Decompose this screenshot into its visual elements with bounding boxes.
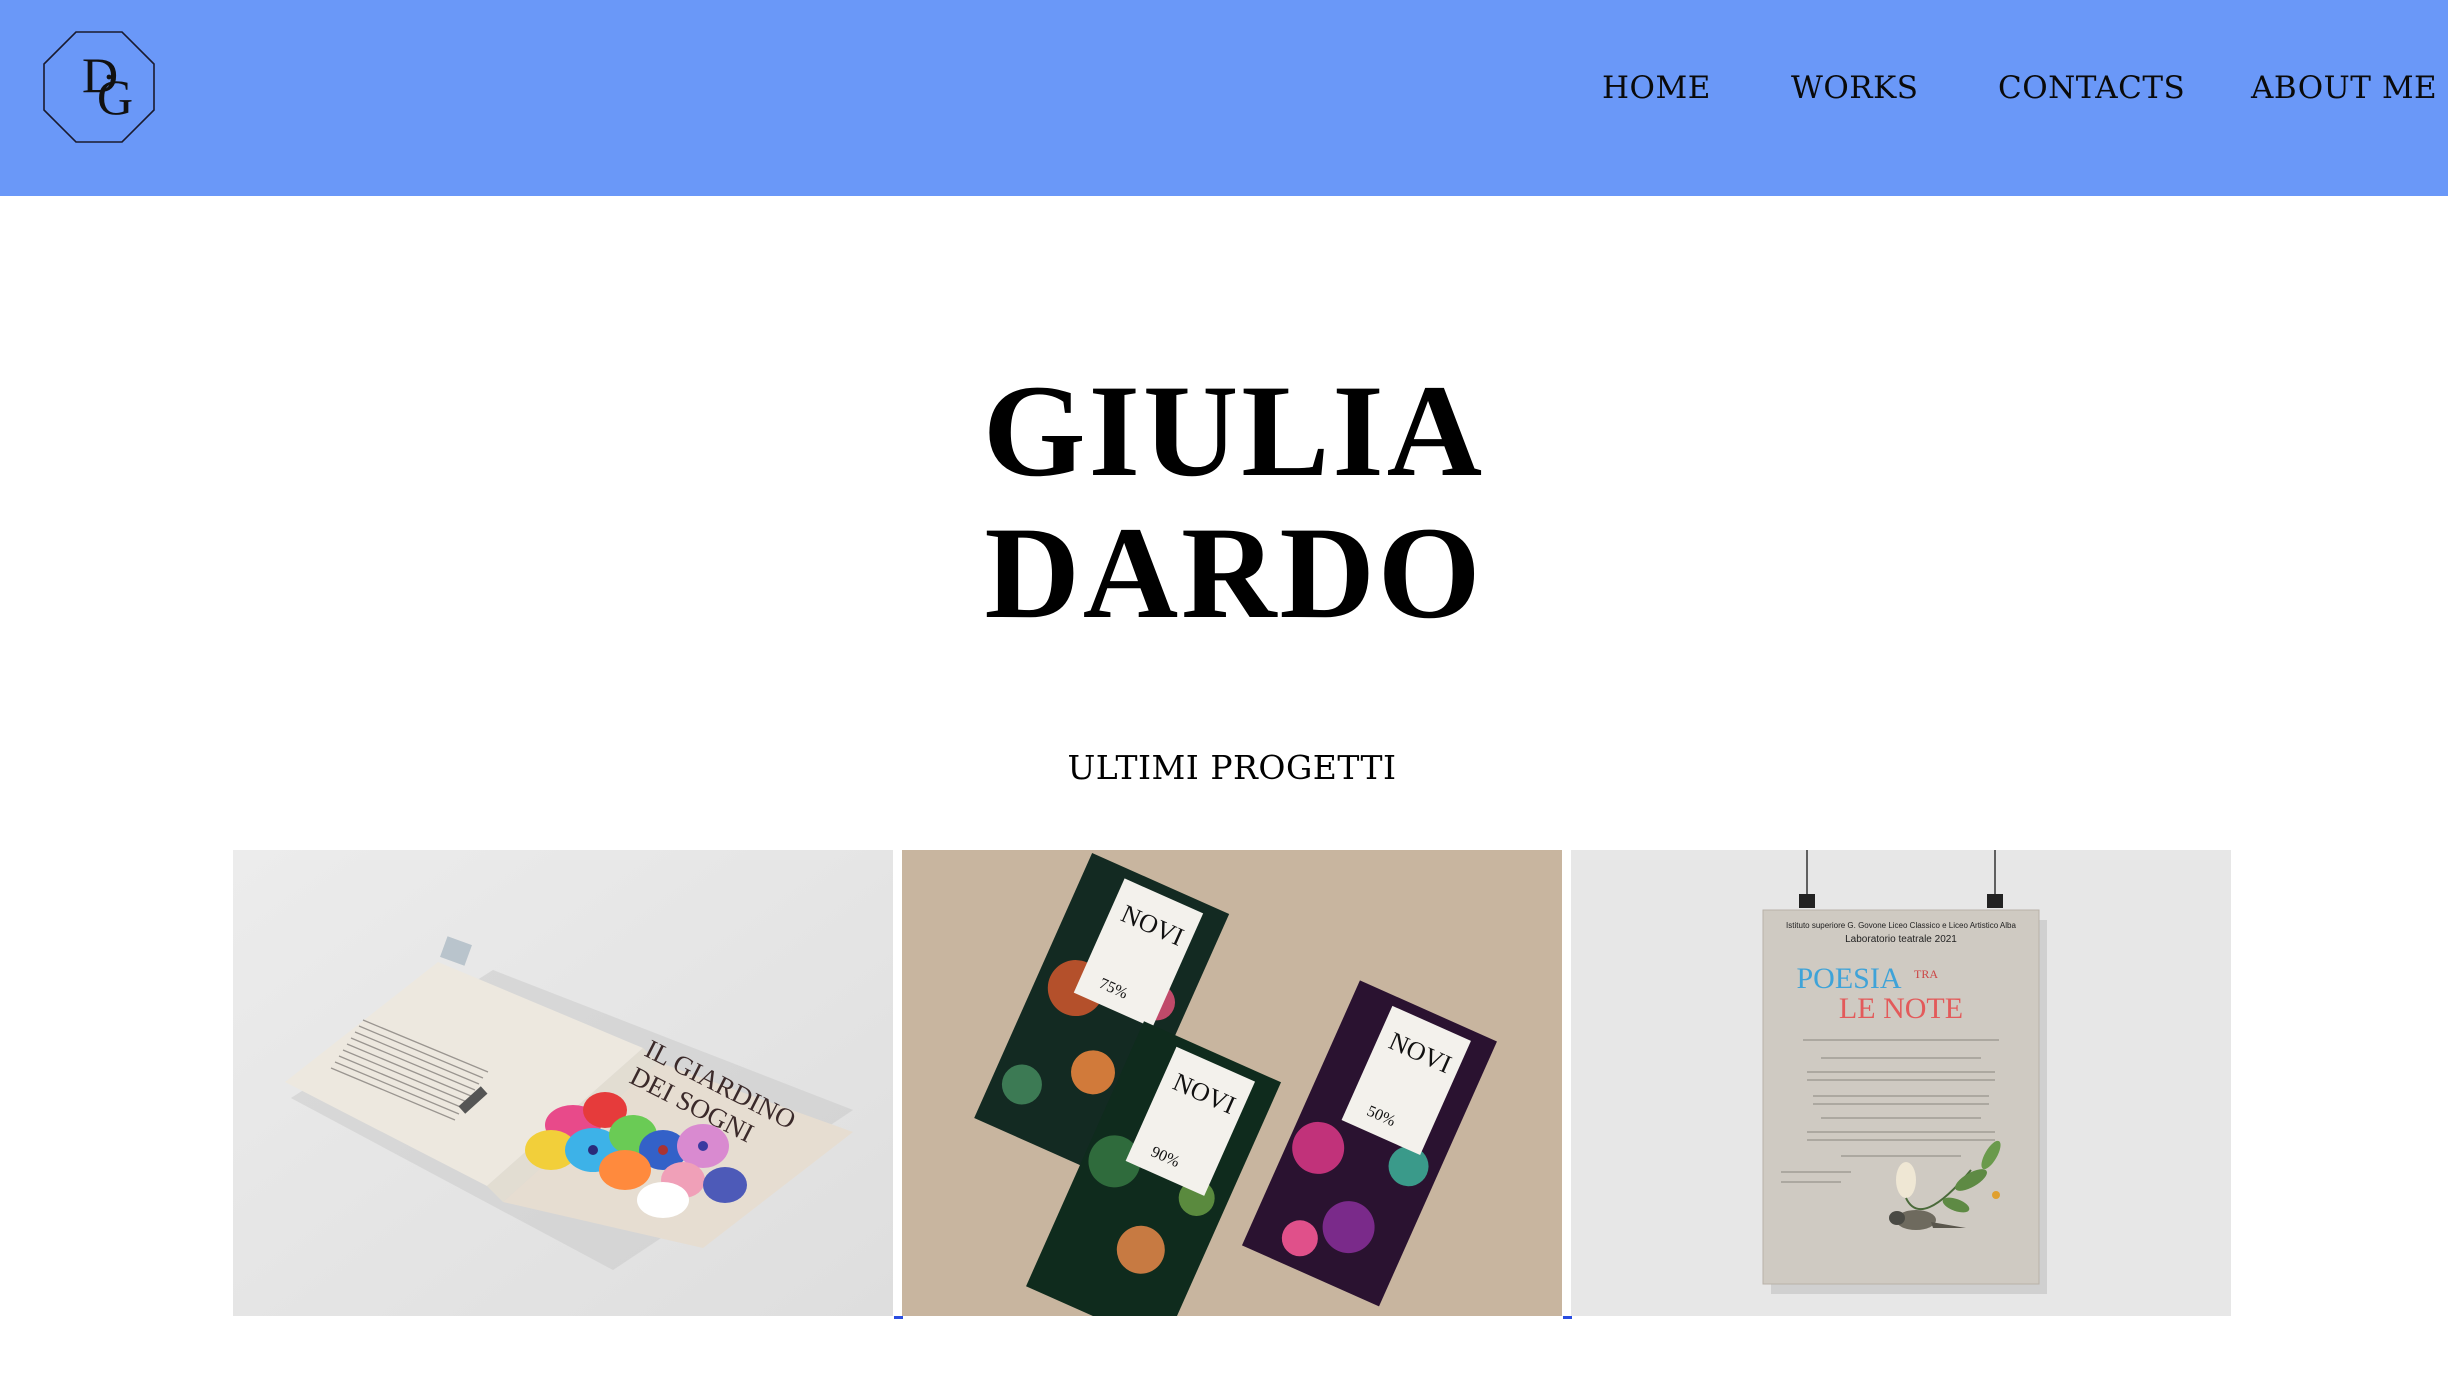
nav-works[interactable]: WORKS — [1791, 62, 1919, 114]
nav-home[interactable]: HOME — [1602, 62, 1711, 114]
project-card-poster[interactable]: Istituto superiore G. Govone Liceo Class… — [1571, 850, 2231, 1316]
svg-text:G: G — [97, 69, 133, 125]
hero-title: GIULIA DARDO — [0, 360, 2448, 644]
svg-text:Istituto superiore G. Govone L: Istituto superiore G. Govone Liceo Class… — [1786, 921, 2016, 930]
project-card-chocolate[interactable]: NOVI 75% NOVI 90% NOVI 50% — [902, 850, 1562, 1316]
poster-mockup-image: Istituto superiore G. Govone Liceo Class… — [1571, 850, 2231, 1316]
svg-text:Laboratorio teatrale 2021: Laboratorio teatrale 2021 — [1845, 934, 1957, 945]
project-card-book[interactable]: IL GIARDINO DEI SOGNI — [233, 850, 893, 1316]
nav-contacts[interactable]: CONTACTS — [1998, 62, 2185, 114]
svg-text:LE NOTE: LE NOTE — [1839, 992, 1963, 1025]
svg-text:POESIA: POESIA — [1796, 962, 1901, 995]
link-underline-mark — [894, 1316, 903, 1319]
book-mockup-image: IL GIARDINO DEI SOGNI — [233, 850, 893, 1316]
hero-title-line-2: DARDO — [984, 499, 1484, 646]
link-underline-mark — [1563, 1316, 1572, 1319]
dg-monogram-logo[interactable]: D G — [42, 30, 156, 144]
section-title: ULTIMI PROGETTI — [1067, 748, 1397, 787]
svg-text:TRA: TRA — [1914, 967, 1938, 981]
site-header: D G HOME WORKS CONTACTS ABOUT ME — [0, 0, 2448, 196]
chocolate-packaging-image: NOVI 75% NOVI 90% NOVI 50% — [902, 850, 1562, 1316]
hero-title-line-1: GIULIA — [982, 357, 1486, 504]
nav-about-me[interactable]: ABOUT ME — [2251, 62, 2437, 114]
